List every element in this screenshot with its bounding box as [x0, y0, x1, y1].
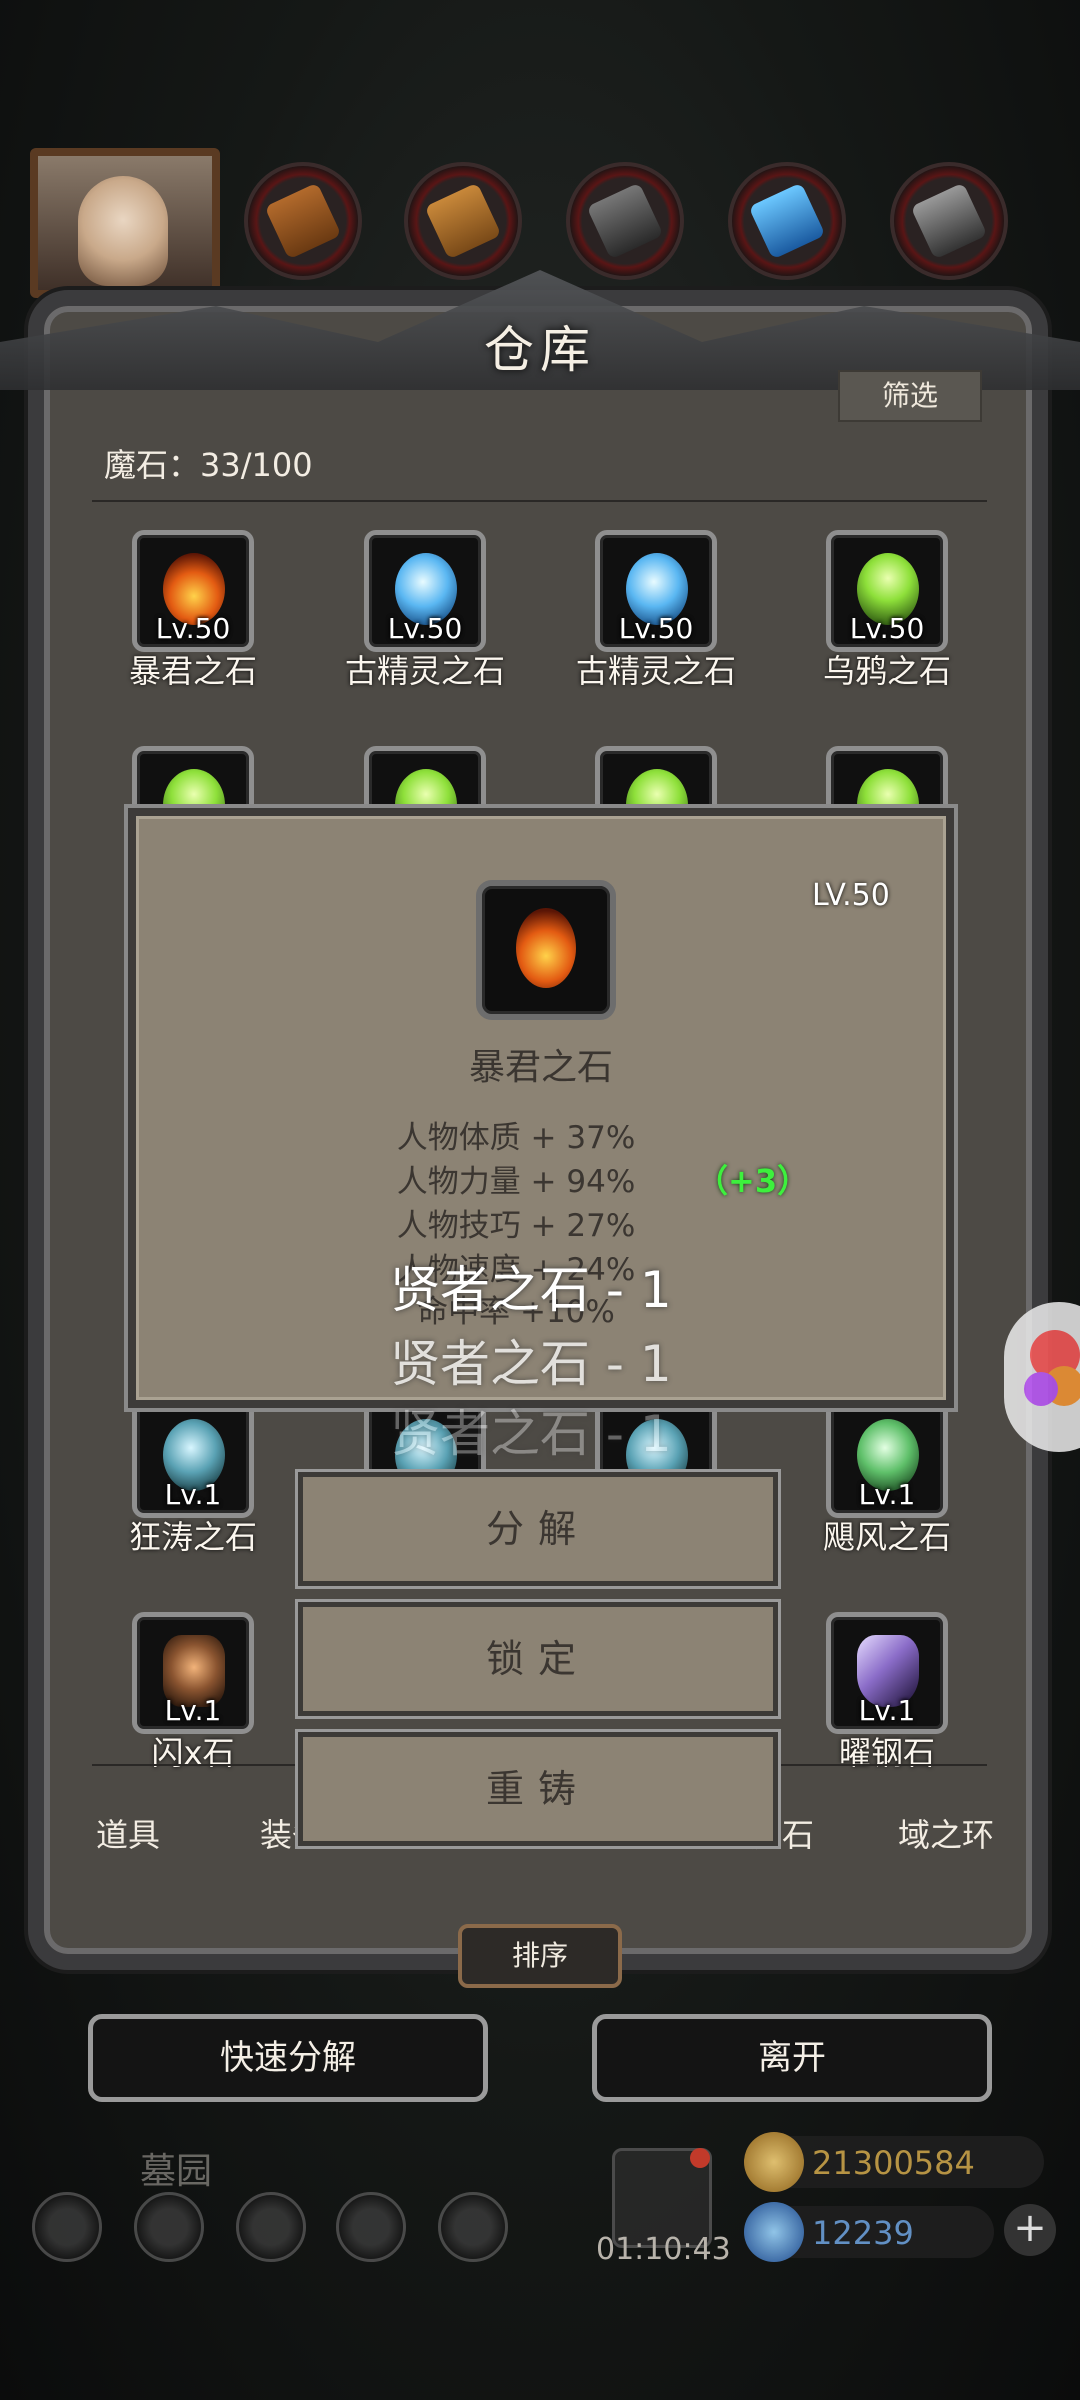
wood-resource-icon[interactable] [244, 162, 362, 280]
stat-line: 人物体质 + 37% [396, 1120, 636, 1156]
item-level: Lv.50 [155, 612, 231, 645]
divider [92, 500, 987, 502]
gem-currency: 12239 [744, 2202, 994, 2262]
leave-button[interactable]: 离开 [592, 2014, 992, 2102]
metal-resource-icon[interactable] [890, 162, 1008, 280]
gift-timer: 01:10:43 [596, 2232, 731, 2267]
popup-level: LV.50 [812, 878, 890, 913]
panel-title: 仓库 [484, 321, 596, 379]
item-name: 古精灵之石 [575, 652, 736, 690]
location-label: 墓园 [140, 2151, 213, 2192]
notification-dot [690, 2148, 710, 2168]
item-level: Lv.1 [858, 1478, 916, 1511]
iron-resource-icon[interactable] [566, 162, 684, 280]
tab-domain-ring[interactable]: 域之环 [898, 1810, 994, 1856]
item-slot[interactable]: Lv.50 乌鸦之石 [772, 530, 1002, 692]
item-level: Lv.50 [387, 612, 463, 645]
recast-button[interactable]: 重铸 [298, 1732, 778, 1846]
item-slot[interactable]: Lv.1 飓风之石 [772, 1396, 1002, 1558]
consume-notice: 贤者之石 - 1 [390, 1261, 672, 1319]
sort-button[interactable]: 排序 [458, 1924, 622, 1988]
item-name: 古精灵之石 [344, 652, 505, 690]
player-avatar[interactable] [30, 148, 220, 298]
item-name: 飓风之石 [822, 1518, 951, 1556]
item-slot[interactable]: Lv.50 暴君之石 [78, 530, 308, 692]
map-icon[interactable] [236, 2192, 306, 2262]
quick-decompose-button[interactable]: 快速分解 [88, 2014, 488, 2102]
floating-assistant-icon[interactable] [1004, 1302, 1080, 1452]
add-currency-icon[interactable]: + [1004, 2204, 1056, 2256]
tab-props[interactable]: 道具 [96, 1810, 160, 1856]
battle-icon[interactable] [438, 2192, 508, 2262]
consume-notice: 贤者之石 - 1 [390, 1335, 672, 1393]
gold-coin-icon [744, 2132, 804, 2192]
item-level: Lv.1 [164, 1694, 222, 1727]
consume-notice: 贤者之石 - 1 [390, 1405, 672, 1463]
gem-currency-icon [744, 2202, 804, 2262]
settings-icon[interactable] [32, 2192, 102, 2262]
item-level: Lv.1 [164, 1478, 222, 1511]
stat-line: 人物技巧 + 27% [396, 1208, 636, 1244]
item-level: Lv.50 [849, 612, 925, 645]
decompose-button[interactable]: 分解 [298, 1472, 778, 1586]
item-level: Lv.1 [858, 1694, 916, 1727]
gold-amount: 21300584 [812, 2144, 975, 2182]
popup-item-icon [476, 880, 616, 1020]
avatar-portrait [78, 176, 168, 286]
item-slot[interactable]: Lv.50 古精灵之石 [541, 530, 771, 692]
item-name: 狂涛之石 [128, 1518, 257, 1556]
item-slot[interactable]: Lv.1 狂涛之石 [78, 1396, 308, 1558]
lock-button[interactable]: 锁定 [298, 1602, 778, 1716]
item-name: 暴君之石 [128, 652, 257, 690]
gem-amount: 12239 [812, 2214, 914, 2252]
item-name: 闪x石 [151, 1734, 235, 1772]
item-name: 乌鸦之石 [822, 652, 951, 690]
filter-button[interactable]: 筛选 [838, 370, 982, 422]
crystal-resource-icon[interactable] [728, 162, 846, 280]
item-level: Lv.50 [618, 612, 694, 645]
popup-item-name: 暴君之石 [468, 1047, 613, 1088]
magic-stone-count: 魔石：33/100 [104, 446, 313, 484]
item-slot[interactable]: Lv.50 古精灵之石 [310, 530, 540, 692]
stat-bonus: （+3） [696, 1162, 810, 1200]
item-name: 曜钢石 [838, 1734, 935, 1772]
plank-resource-icon[interactable] [404, 162, 522, 280]
item-slot[interactable]: Lv.1 曜钢石 [772, 1612, 1002, 1774]
mail-icon[interactable] [336, 2192, 406, 2262]
item-slot[interactable]: Lv.1 闪x石 [78, 1612, 308, 1774]
star-icon[interactable] [134, 2192, 204, 2262]
gold-currency: 21300584 [744, 2132, 1044, 2192]
fire-gem-icon [516, 908, 576, 988]
